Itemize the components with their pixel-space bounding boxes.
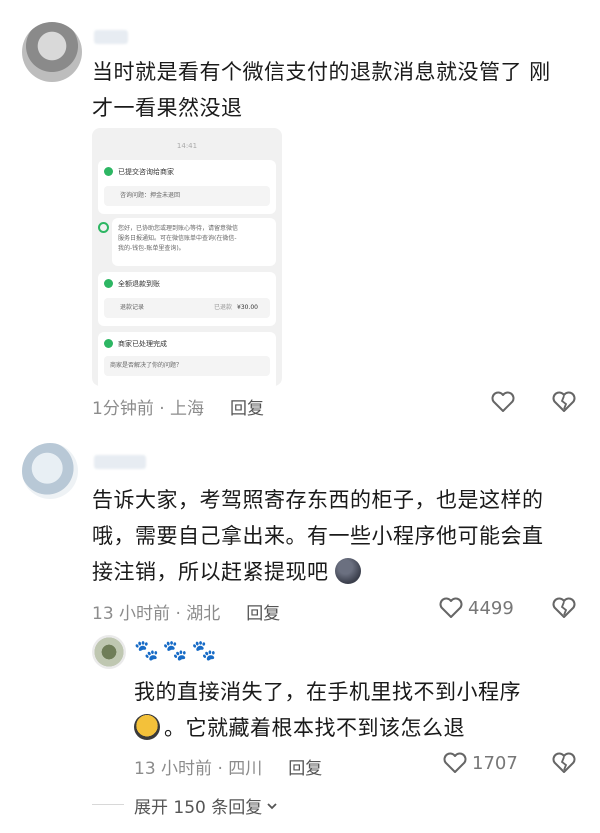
message-bubble: 您好，已协助您或理到账心等待，请留意微信 服务日报通知。可在微信账单中查询(在微… [112,218,276,266]
comment-line: 告诉大家，考驾照寄存东西的柜子，也是这样的 [92,488,544,512]
heart-icon [491,391,515,412]
comment-text: 告诉大家，考驾照寄存东西的柜子，也是这样的 哦，需要自己拿出来。有一些小程序他可… [92,482,544,590]
username-redacted[interactable] [94,30,128,44]
comment-line: 我的直接消失了，在手机里找不到小程序 [134,680,521,704]
comment-line: 接注销，所以赶紧提现吧 [92,560,329,584]
emoji-icon [134,714,160,740]
broken-heart-icon [552,391,576,412]
avatar[interactable] [92,635,126,669]
comment-line: 哦，需要自己拿出来。有一些小程序他可能会直 [92,524,544,548]
comment-line: 。它就藏着根本找不到该怎么退 [164,716,465,740]
comment-line: 才一看果然没退 [92,96,243,120]
reply-button[interactable]: 回复 [246,599,280,624]
refund-amount: ¥30.00 [237,304,258,311]
divider [92,804,124,805]
step-row-text: 咨询问题：押金未退回 [120,192,181,199]
comment-line: 当时就是看有个微信支付的退款消息就没管了 刚 [92,60,551,84]
check-icon [104,167,113,176]
step-title: 商家已处理完成 [118,340,167,348]
step-row: 咨询问题：押金未退回 [104,186,270,206]
emoji-icon [334,558,361,584]
check-icon [104,339,113,348]
like-button[interactable]: 1707 [442,751,518,775]
reply-text: 我的直接消失了，在手机里找不到小程序 。它就藏着根本找不到该怎么退 [134,674,521,746]
comment-meta: 13 小时前 · 湖北 回复 [92,599,280,624]
comment-text: 当时就是看有个微信支付的退款消息就没管了 刚 才一看果然没退 [92,54,551,126]
broken-heart-icon [552,752,576,773]
expand-replies-button[interactable]: 展开 150 条回复 [134,793,279,818]
service-icon [98,222,109,233]
step-card: 商家已处理完成 商家是否解决了你的问题？ [98,332,276,386]
comment-meta: 1分钟前 · 上海 回复 [92,394,264,419]
like-count: 1707 [472,752,518,774]
comment-meta: 13 小时前 · 四川 回复 [134,754,322,779]
reply-username[interactable]: 🐾🐾🐾 [134,638,221,662]
step-row-text: 商家是否解决了你的问题？ [110,362,183,369]
refund-record-label: 退款记录 [120,304,145,311]
avatar[interactable] [22,443,78,499]
reply-button[interactable]: 回复 [288,754,322,779]
step-row: 商家是否解决了你的问题？ [104,356,270,376]
refund-status: 已退款 [214,304,233,311]
heart-icon [439,597,463,618]
dislike-button[interactable] [551,751,577,779]
message-text: 您好，已协助您或理到账心等待，请留意微信 [118,225,239,232]
check-icon [104,279,113,288]
step-card: 已提交咨询给商家 咨询问题：押金未退回 [98,160,276,214]
like-count: 4499 [468,597,514,619]
time-location: 13 小时前 · 四川 [134,759,263,779]
username-redacted[interactable] [94,455,146,469]
chevron-down-icon [267,802,277,809]
step-row: 退款记录 已退款 ¥30.00 [104,298,270,318]
step-title: 已提交咨询给商家 [118,168,174,176]
message-text: 服务日报通知。可在微信账单中查询(在微信- [118,235,237,242]
like-button[interactable] [490,390,520,414]
time-location: 1分钟前 · 上海 [92,399,205,419]
like-button[interactable]: 4499 [438,596,514,620]
comment-image[interactable]: 14:41 已提交咨询给商家 咨询问题：押金未退回 您好，已协助您或理到账心等待… [92,128,282,386]
dislike-button[interactable] [551,596,577,624]
step-card: 全额退款到账 退款记录 已退款 ¥30.00 [98,272,276,326]
status-time: 14:41 [176,142,198,150]
heart-icon [443,752,467,773]
reply-button[interactable]: 回复 [230,394,264,419]
broken-heart-icon [552,597,576,618]
avatar[interactable] [22,22,82,82]
dislike-button[interactable] [551,390,577,418]
step-title: 全额退款到账 [118,280,160,288]
expand-label: 展开 150 条回复 [134,798,263,818]
time-location: 13 小时前 · 湖北 [92,604,221,624]
message-text: 我的-钱包-账单里查询)。 [118,245,185,252]
